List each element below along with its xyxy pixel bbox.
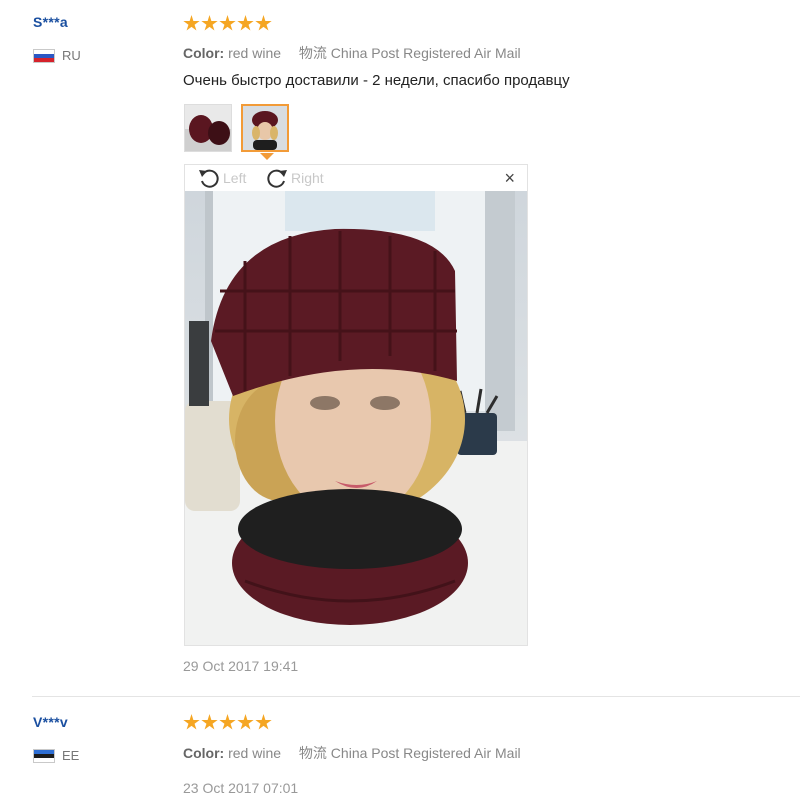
reviewer-country: EE bbox=[33, 748, 79, 763]
viewer-toolbar: Left Right × bbox=[185, 165, 527, 191]
color-label: Color: bbox=[183, 45, 225, 61]
star-rating bbox=[183, 15, 272, 32]
photo-viewer: Left Right × bbox=[184, 164, 528, 646]
rotate-right-button[interactable]: Right bbox=[265, 167, 324, 189]
country-code: RU bbox=[62, 48, 81, 63]
review-item: S***a RU Color: red wine 物流 China Post R… bbox=[0, 0, 800, 696]
star-icon bbox=[201, 714, 218, 730]
review-photo bbox=[185, 191, 527, 645]
order-info: Color: red wine 物流 China Post Registered… bbox=[183, 743, 521, 763]
rotate-right-icon bbox=[267, 169, 287, 188]
flag-ru-icon bbox=[33, 48, 55, 63]
star-icon bbox=[237, 714, 254, 730]
review-photo-thumbnail-selected[interactable] bbox=[241, 104, 289, 152]
star-rating bbox=[183, 714, 272, 731]
star-icon bbox=[255, 714, 272, 730]
reviewer-country: RU bbox=[33, 48, 81, 63]
color-label: Color: bbox=[183, 745, 225, 761]
star-icon bbox=[219, 15, 236, 31]
star-icon bbox=[201, 15, 218, 31]
color-value: red wine bbox=[228, 745, 282, 761]
reviewer-name[interactable]: V***v bbox=[33, 714, 68, 730]
rotate-right-label: Right bbox=[291, 170, 324, 186]
review-text: Очень быстро доставили - 2 недели, спаси… bbox=[183, 72, 570, 89]
color-value: red wine bbox=[228, 45, 282, 61]
country-code: EE bbox=[62, 748, 80, 763]
shipping-method: 物流 China Post Registered Air Mail bbox=[298, 745, 521, 761]
rotate-left-icon bbox=[199, 169, 219, 188]
selected-thumbnail-pointer bbox=[260, 153, 274, 160]
review-item: V***v EE Color: red wine 物流 China Post R… bbox=[0, 697, 800, 800]
rotate-left-label: Left bbox=[223, 170, 247, 186]
review-date: 23 Oct 2017 07:01 bbox=[183, 780, 299, 796]
review-date: 29 Oct 2017 19:41 bbox=[183, 658, 299, 674]
star-icon bbox=[183, 15, 200, 31]
star-icon bbox=[237, 15, 254, 31]
star-icon bbox=[183, 714, 200, 730]
order-info: Color: red wine 物流 China Post Registered… bbox=[183, 43, 521, 63]
reviewer-name[interactable]: S***a bbox=[33, 14, 68, 30]
flag-ee-icon bbox=[33, 748, 55, 763]
review-photo-thumbnail[interactable] bbox=[184, 104, 232, 152]
rotate-left-button[interactable]: Left bbox=[197, 167, 246, 189]
star-icon bbox=[219, 714, 236, 730]
star-icon bbox=[255, 15, 272, 31]
shipping-method: 物流 China Post Registered Air Mail bbox=[298, 45, 521, 61]
close-viewer-button[interactable]: × bbox=[504, 168, 515, 188]
